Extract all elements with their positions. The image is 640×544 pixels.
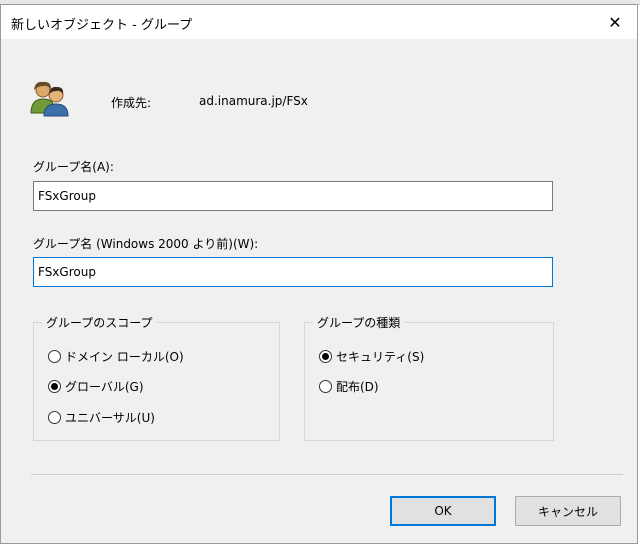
scope-universal-label: ユニバーサル(U) xyxy=(65,411,155,425)
group-name-input[interactable] xyxy=(33,181,553,211)
scope-universal-radio[interactable]: ユニバーサル(U) xyxy=(48,409,155,426)
scope-domain-local-label: ドメイン ローカル(O) xyxy=(65,350,184,364)
close-button[interactable]: ✕ xyxy=(593,5,637,39)
ok-button[interactable]: OK xyxy=(390,496,496,526)
dialog-title: 新しいオブジェクト - グループ xyxy=(11,18,193,33)
group-type-box: グループの種類 セキュリティ(S) 配布(D) xyxy=(304,314,554,441)
group-scope-legend: グループのスコープ xyxy=(42,314,157,331)
separator xyxy=(31,474,623,475)
radio-button[interactable] xyxy=(319,350,332,363)
scope-global-label: グローバル(G) xyxy=(65,380,144,394)
type-security-label: セキュリティ(S) xyxy=(336,350,425,364)
title-bar: 新しいオブジェクト - グループ ✕ xyxy=(1,5,637,39)
group-type-legend: グループの種類 xyxy=(313,314,405,331)
radio-button[interactable] xyxy=(48,380,61,393)
scope-domain-local-radio[interactable]: ドメイン ローカル(O) xyxy=(48,348,184,365)
created-in-value: ad.inamura.jp/FSx xyxy=(199,94,308,108)
scope-global-radio[interactable]: グローバル(G) xyxy=(48,378,144,395)
created-in-label: 作成先: xyxy=(111,96,152,110)
type-distribution-radio[interactable]: 配布(D) xyxy=(319,378,379,395)
radio-button[interactable] xyxy=(319,380,332,393)
group-scope-box: グループのスコープ ドメイン ローカル(O) グローバル(G) ユニバーサル(U… xyxy=(33,314,280,441)
new-object-group-dialog: 新しいオブジェクト - グループ ✕ 作成先: ad.inamura.jp/FS… xyxy=(0,4,638,544)
close-icon: ✕ xyxy=(608,12,622,32)
cancel-button[interactable]: キャンセル xyxy=(515,496,621,526)
group-name-label: グループ名(A): xyxy=(33,160,114,174)
radio-button[interactable] xyxy=(48,411,61,424)
type-distribution-label: 配布(D) xyxy=(336,380,379,394)
type-security-radio[interactable]: セキュリティ(S) xyxy=(319,348,424,365)
group-name-pre2000-label: グループ名 (Windows 2000 より前)(W): xyxy=(33,237,259,251)
group-users-icon xyxy=(29,79,71,117)
group-name-pre2000-input[interactable] xyxy=(33,257,553,287)
radio-button[interactable] xyxy=(48,350,61,363)
